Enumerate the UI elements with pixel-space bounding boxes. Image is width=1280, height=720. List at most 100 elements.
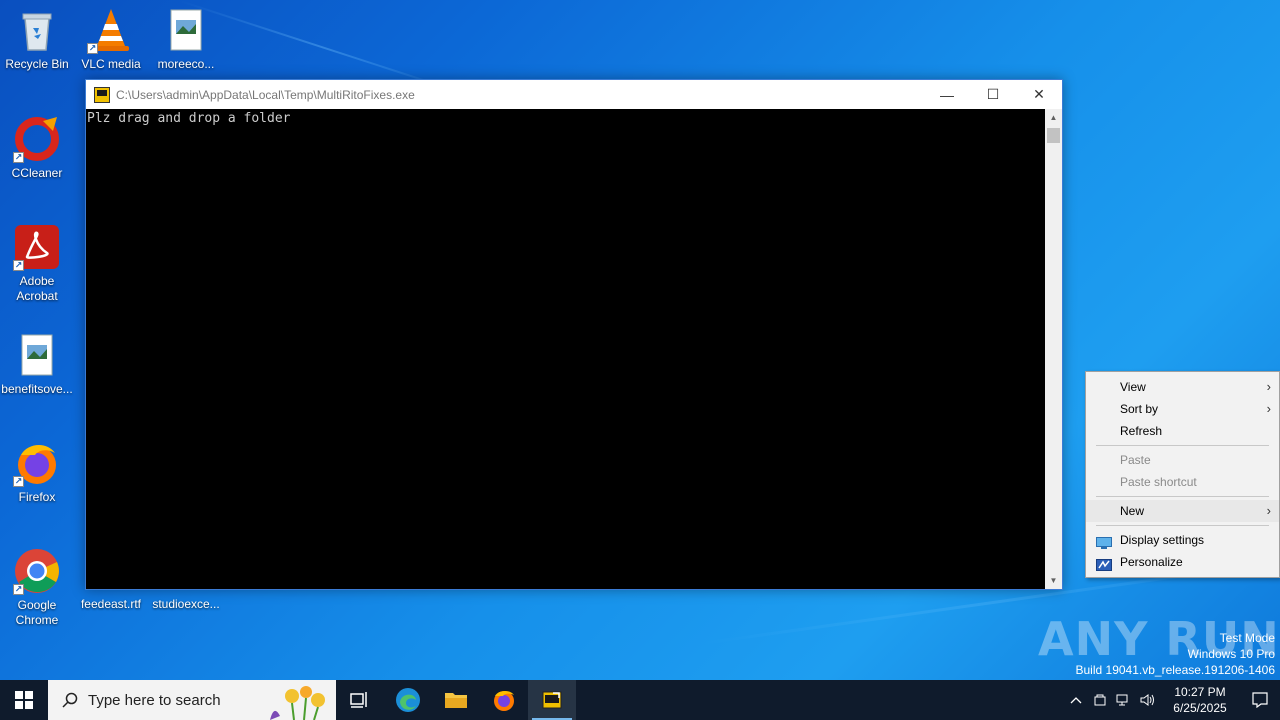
windows-logo-icon — [15, 691, 33, 709]
desktop-icon-label: CCleaner — [11, 166, 63, 180]
watermark-build: Build 19041.vb_release.191206-1406 — [1075, 663, 1276, 677]
scroll-up-arrow-icon[interactable]: ▲ — [1045, 109, 1062, 126]
desktop-icon-ccleaner[interactable]: ↗ CCleaner — [0, 115, 74, 181]
console-titlebar[interactable]: C:\Users\admin\AppData\Local\Temp\MultiR… — [86, 80, 1062, 109]
menu-item-display-settings[interactable]: Display settings — [1086, 529, 1279, 551]
menu-item-label: View — [1120, 380, 1146, 394]
menu-item-label: Paste shortcut — [1120, 475, 1197, 489]
console-output[interactable]: Plz drag and drop a folder — [86, 109, 1045, 589]
recycle-bin-icon — [13, 6, 61, 54]
maximize-button[interactable]: ☐ — [970, 80, 1016, 109]
image-file-icon — [162, 6, 210, 54]
menu-item-label: Sort by — [1120, 402, 1159, 416]
shortcut-arrow-icon: ↗ — [13, 152, 24, 163]
desktop-context-menu: View › Sort by › Refresh Paste Paste sho… — [1085, 371, 1280, 578]
menu-item-sort-by[interactable]: Sort by › — [1086, 398, 1279, 420]
notification-icon — [1252, 692, 1268, 708]
desktop-icon-vlc[interactable]: ↗ VLC media — [74, 6, 148, 72]
taskbar-firefox[interactable] — [480, 680, 528, 720]
chevron-right-icon: › — [1266, 503, 1271, 518]
search-placeholder: Type here to search — [88, 691, 221, 709]
desktop-icon-firefox[interactable]: ↗ Firefox — [0, 439, 74, 505]
desktop-icon-label: VLC media — [81, 57, 141, 71]
console-app-icon — [94, 86, 110, 103]
console-output-line: Plz drag and drop a folder — [87, 111, 291, 126]
display-settings-icon — [1096, 534, 1112, 549]
chevron-up-icon[interactable] — [1064, 696, 1088, 704]
desktop-icon-label: Firefox — [18, 490, 56, 504]
menu-item-paste: Paste — [1086, 449, 1279, 471]
menu-item-label: Personalize — [1120, 555, 1183, 569]
desktop-icon-benefitsove[interactable]: benefitsove... — [0, 331, 74, 397]
taskbar-file-explorer[interactable] — [432, 680, 480, 720]
console-title: C:\Users\admin\AppData\Local\Temp\MultiR… — [116, 87, 415, 102]
windows-build-watermark: Test Mode Windows 10 Pro Build 19041.vb_… — [1076, 630, 1276, 678]
menu-item-label: Refresh — [1120, 424, 1163, 438]
chrome-icon: ↗ — [13, 547, 61, 595]
watermark-edition: Windows 10 Pro — [1187, 647, 1275, 661]
console-app-icon — [542, 691, 562, 709]
menu-separator — [1096, 496, 1269, 497]
minimize-button[interactable]: — — [924, 80, 970, 109]
console-window[interactable]: C:\Users\admin\AppData\Local\Temp\MultiR… — [85, 79, 1063, 590]
watermark-test-mode: Test Mode — [1219, 631, 1275, 645]
chevron-right-icon: › — [1266, 379, 1271, 394]
desktop-icon-label: feedeast.rtf — [80, 597, 142, 611]
menu-item-personalize[interactable]: Personalize — [1086, 551, 1279, 573]
taskbar-edge[interactable] — [384, 680, 432, 720]
menu-item-new[interactable]: New › — [1086, 500, 1279, 522]
ccleaner-icon: ↗ — [13, 115, 61, 163]
desktop-icon-label: Adobe Acrobat — [16, 274, 58, 303]
task-view-button[interactable] — [336, 680, 384, 720]
chevron-right-icon: › — [1266, 401, 1271, 416]
menu-item-label: New — [1120, 504, 1145, 518]
menu-item-view[interactable]: View › — [1086, 376, 1279, 398]
desktop-icon-recycle-bin[interactable]: Recycle Bin — [0, 6, 74, 72]
desktop-icon-label: Google Chrome — [15, 598, 59, 627]
desktop-icon-adobe-acrobat[interactable]: ↗ Adobe Acrobat — [0, 223, 74, 304]
search-icon — [62, 692, 78, 708]
desktop-icon-label: studioexce... — [152, 597, 220, 611]
adobe-acrobat-icon: ↗ — [13, 223, 61, 271]
shortcut-arrow-icon: ↗ — [13, 584, 24, 595]
menu-item-label: Display settings — [1120, 533, 1205, 547]
taskbar: Type here to search 10:27 PM 6/25/2025 — [0, 680, 1280, 720]
desktop-icon-moreeco[interactable]: moreeco... — [149, 6, 223, 72]
menu-item-refresh[interactable]: Refresh — [1086, 420, 1279, 442]
action-center-button[interactable] — [1240, 680, 1280, 720]
console-scrollbar[interactable]: ▲ ▼ — [1045, 109, 1062, 589]
menu-item-label: Paste — [1120, 453, 1151, 467]
clock-time: 10:27 PM — [1174, 685, 1226, 699]
desktop-icon-label: moreeco... — [157, 57, 215, 71]
volume-icon[interactable] — [1136, 693, 1160, 707]
scroll-down-arrow-icon[interactable]: ▼ — [1045, 572, 1062, 589]
desktop-icon-label: Recycle Bin — [5, 57, 69, 71]
shortcut-arrow-icon: ↗ — [13, 260, 24, 271]
close-button[interactable]: ✕ — [1016, 80, 1062, 109]
desktop-icon-label: benefitsove... — [1, 382, 73, 396]
security-tray-icon[interactable] — [1088, 693, 1112, 707]
system-tray: 10:27 PM 6/25/2025 — [1064, 680, 1280, 720]
personalize-icon — [1096, 556, 1112, 571]
search-highlight-flowers-icon — [270, 686, 325, 720]
network-icon[interactable] — [1112, 693, 1136, 707]
shortcut-arrow-icon: ↗ — [87, 43, 98, 54]
shortcut-arrow-icon: ↗ — [13, 476, 24, 487]
vlc-cone-icon: ↗ — [87, 6, 135, 54]
taskbar-clock[interactable]: 10:27 PM 6/25/2025 — [1160, 684, 1240, 716]
image-file-icon — [13, 331, 61, 379]
start-button[interactable] — [0, 680, 48, 720]
folder-icon — [445, 693, 467, 708]
firefox-icon — [494, 690, 514, 711]
menu-separator — [1096, 445, 1269, 446]
desktop-icon-google-chrome[interactable]: ↗ Google Chrome — [0, 547, 74, 628]
task-view-icon — [350, 692, 367, 708]
edge-icon — [396, 688, 420, 712]
clock-date: 6/25/2025 — [1173, 701, 1227, 715]
taskbar-console-app[interactable] — [528, 680, 576, 720]
firefox-icon: ↗ — [13, 439, 61, 487]
menu-item-paste-shortcut: Paste shortcut — [1086, 471, 1279, 493]
scrollbar-thumb[interactable] — [1047, 128, 1060, 143]
taskbar-search-box[interactable]: Type here to search — [48, 680, 336, 720]
menu-separator — [1096, 525, 1269, 526]
